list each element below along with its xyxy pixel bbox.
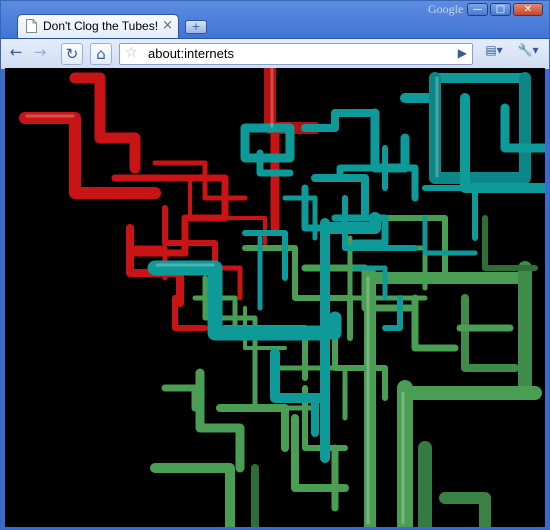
page-content-canvas[interactable] [5, 68, 545, 527]
new-tab-button[interactable]: + [185, 20, 207, 34]
close-button[interactable]: ✕ [513, 3, 543, 16]
reload-button[interactable]: ↻ [61, 43, 83, 65]
toolbar: ← → ↻ ⌂ ☆ about:internets ▶ ▤▾ 🔧▾ [1, 38, 549, 69]
tab-title: Don't Clog the Tubes! [43, 19, 159, 33]
minimize-button[interactable]: — [467, 3, 488, 16]
go-icon[interactable]: ▶ [458, 46, 467, 60]
address-bar[interactable]: ☆ about:internets ▶ [119, 43, 473, 65]
brand-logo: Google [428, 2, 464, 16]
title-bar: Don't Clog the Tubes! × + Google — □ ✕ [1, 1, 549, 39]
tab-active[interactable]: Don't Clog the Tubes! × [17, 14, 179, 38]
wrench-menu-button[interactable]: 🔧▾ [513, 43, 543, 65]
pipes-scene [19, 68, 545, 527]
forward-button[interactable]: → [29, 43, 51, 65]
home-button[interactable]: ⌂ [90, 43, 112, 65]
page-menu-button[interactable]: ▤▾ [481, 43, 507, 65]
tab-close-icon[interactable]: × [162, 18, 173, 33]
url-text[interactable]: about:internets [148, 46, 234, 61]
page-icon [26, 19, 37, 33]
bookmark-star-icon[interactable]: ☆ [125, 45, 138, 61]
back-button[interactable]: ← [5, 43, 27, 65]
maximize-button[interactable]: □ [490, 3, 511, 16]
browser-window: Don't Clog the Tubes! × + Google — □ ✕ ←… [0, 0, 550, 530]
